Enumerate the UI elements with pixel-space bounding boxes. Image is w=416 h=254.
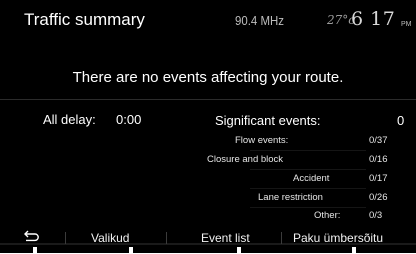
significant-events-count: 0 — [397, 113, 405, 128]
row-divider — [250, 169, 366, 170]
event-value-closure: 0/16 — [369, 154, 388, 165]
row-divider — [250, 188, 366, 189]
suggest-detour-button[interactable]: Paku ümbersõitu — [293, 232, 383, 244]
event-value-other: 0/3 — [369, 210, 383, 221]
event-label-flow: Flow events: — [235, 135, 289, 146]
clock: 6 17 — [351, 8, 396, 30]
bar-divider — [281, 232, 282, 244]
all-delay-label: All delay: — [43, 112, 96, 127]
no-events-message: There are no events affecting your route… — [72, 69, 344, 86]
bar-divider — [65, 232, 66, 244]
radio-frequency: 90.4 MHz — [235, 13, 284, 28]
significant-events-label: Significant events: — [215, 113, 321, 128]
all-delay-value: 0:00 — [116, 112, 142, 127]
options-button[interactable]: Valikud — [91, 232, 129, 244]
back-button[interactable] — [22, 229, 40, 245]
event-value-flow: 0/37 — [369, 135, 388, 146]
traffic-summary-screen: Traffic summary 90.4 MHz 27°c 6 17 PM Th… — [0, 0, 416, 254]
divider — [0, 99, 416, 100]
page-title: Traffic summary — [24, 10, 145, 29]
event-value-lane-restriction: 0/26 — [369, 192, 388, 203]
event-label-accident: Accident — [293, 173, 330, 184]
row-divider — [250, 207, 366, 208]
event-value-accident: 0/17 — [369, 173, 388, 184]
event-label-other: Other: — [314, 210, 341, 221]
clock-ampm: PM — [401, 21, 412, 28]
back-arrow-icon — [24, 230, 39, 242]
event-list-button[interactable]: Event list — [201, 232, 250, 244]
row-divider — [250, 150, 366, 151]
event-label-lane-restriction: Lane restriction — [258, 192, 323, 203]
event-label-closure: Closure and block — [207, 154, 284, 165]
bar-divider — [166, 232, 167, 244]
